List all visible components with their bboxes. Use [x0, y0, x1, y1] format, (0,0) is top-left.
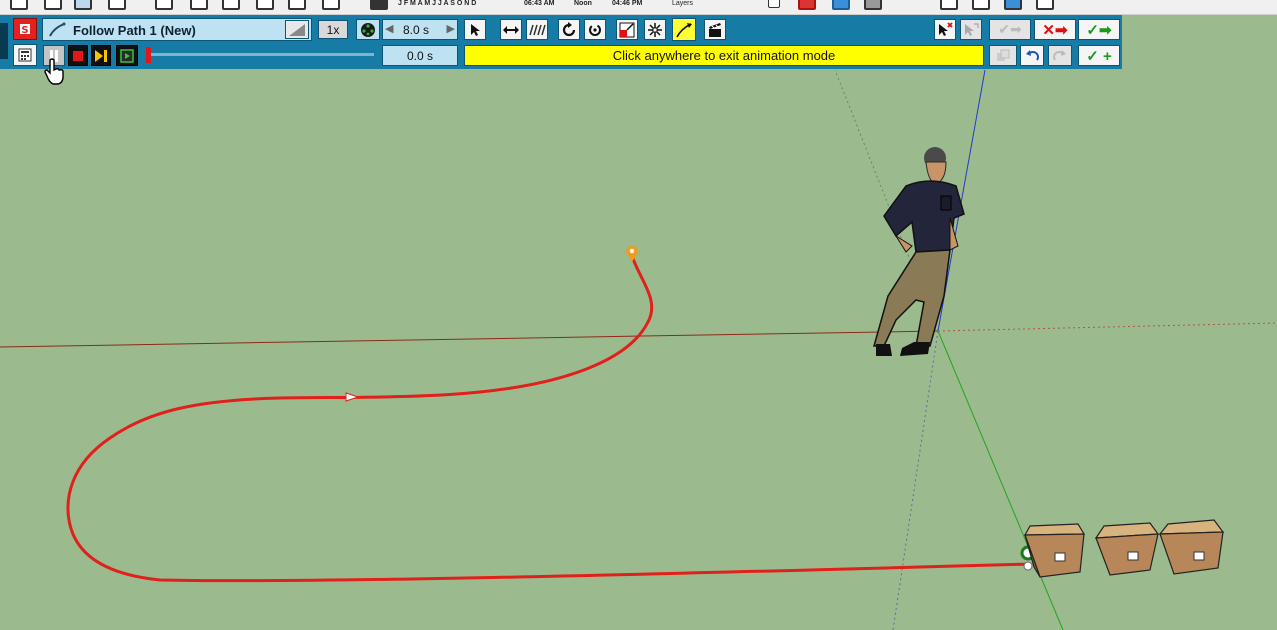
select-tool-icon[interactable]: [74, 0, 92, 10]
shadow-time-noon: Noon: [574, 0, 592, 7]
cancel-button[interactable]: ✕➡: [1034, 19, 1076, 40]
rotate-icon[interactable]: [558, 19, 580, 40]
wand-icon[interactable]: [1036, 0, 1054, 10]
blue-axis-dashed: [892, 330, 939, 630]
shadows-icon[interactable]: [370, 0, 388, 10]
eraser-icon[interactable]: [10, 0, 28, 10]
view-iso-icon[interactable]: [155, 0, 173, 10]
red-axis-dashed: [937, 322, 1277, 332]
move-horizontal-icon[interactable]: [500, 19, 522, 40]
extension-icon[interactable]: [864, 0, 882, 10]
status-message-bar[interactable]: Click anywhere to exit animation mode: [464, 45, 984, 66]
clapperboard-icon[interactable]: [704, 19, 726, 40]
view-top-icon[interactable]: [190, 0, 208, 10]
view-back-icon[interactable]: [288, 0, 306, 10]
edit-selection-icon[interactable]: [960, 19, 982, 40]
remove-animation-icon[interactable]: [934, 19, 956, 40]
current-time-value: 0.0 s: [406, 48, 433, 63]
path-name: Follow Path 1 (New): [73, 23, 196, 38]
hand-cursor-icon: [44, 58, 64, 85]
record-video-button[interactable]: [116, 45, 138, 66]
spring-icon[interactable]: [526, 19, 548, 40]
person-figure[interactable]: [873, 147, 965, 356]
blue-axis: [937, 69, 986, 332]
layers-label[interactable]: Layers: [672, 0, 693, 7]
select-arrow-icon[interactable]: [464, 19, 486, 40]
shadow-months: J F M A M J J A S O N D: [398, 0, 477, 7]
decrease-duration-icon[interactable]: ◀: [385, 22, 393, 35]
view-front-icon[interactable]: [222, 0, 240, 10]
path-start-marker[interactable]: [626, 246, 638, 262]
layers-dropdown[interactable]: [768, 0, 780, 8]
path-end-marker[interactable]: [1020, 545, 1036, 571]
duration-value: 8.0 s: [403, 23, 430, 37]
shadow-time-start: 06:43 AM: [524, 0, 555, 7]
view-left-icon[interactable]: [322, 0, 340, 10]
stop-button[interactable]: [68, 45, 88, 66]
animation-toolbar: S Follow Path 1 (New) 1x ◀ 8.0 s ▶ ✔➡ ✕➡…: [0, 15, 1122, 69]
skip-end-icon: [95, 49, 107, 62]
explode-icon[interactable]: [644, 19, 666, 40]
cardboard-box-2[interactable]: [1094, 522, 1160, 576]
animation-path[interactable]: [66, 255, 1031, 583]
path-icon: [49, 22, 66, 37]
path-direction-arrow: [345, 392, 360, 402]
film-icon: [120, 48, 134, 63]
skip-to-end-button[interactable]: [91, 45, 111, 66]
speed-multiplier-button[interactable]: 1x: [318, 20, 348, 39]
cardboard-box-3[interactable]: [1158, 519, 1225, 575]
accept-button[interactable]: ✓➡: [1078, 19, 1120, 40]
style-builder-icon[interactable]: [972, 0, 990, 10]
undo-icon[interactable]: [1020, 45, 1044, 66]
spin-icon[interactable]: [584, 19, 606, 40]
red-axis: [0, 330, 939, 348]
green-axis-dashed: [834, 69, 939, 332]
path-color-swatch[interactable]: [285, 20, 309, 39]
disabled-check-icon: ✔➡: [998, 21, 1022, 37]
status-message-text: Click anywhere to exit animation mode: [612, 48, 836, 63]
speed-label: 1x: [326, 22, 340, 37]
current-time-field[interactable]: 0.0 s: [382, 45, 458, 66]
timeline-handle[interactable]: [146, 47, 151, 63]
warehouse-icon[interactable]: [832, 0, 850, 10]
follow-path-icon[interactable]: [672, 18, 696, 41]
cardboard-box-1[interactable]: [1023, 523, 1086, 578]
accept-icon: ✓➡: [1086, 21, 1112, 39]
plugin-logo-icon[interactable]: S: [13, 18, 37, 40]
monitor-icon[interactable]: [1004, 0, 1022, 10]
redo-icon[interactable]: [1048, 45, 1072, 66]
layout-icon[interactable]: [940, 0, 958, 10]
ruby-icon[interactable]: [798, 0, 816, 10]
duration-spinner[interactable]: ◀ 8.0 s ▶: [382, 19, 458, 40]
increase-duration-icon[interactable]: ▶: [447, 22, 455, 35]
calculator-icon[interactable]: [13, 44, 37, 66]
scale-icon[interactable]: [616, 19, 638, 40]
pencil-icon[interactable]: [108, 0, 126, 10]
timeline-track[interactable]: [146, 53, 374, 56]
toolbar-grip[interactable]: [0, 23, 8, 59]
path-name-field[interactable]: Follow Path 1 (New): [42, 18, 312, 41]
svg-text:S: S: [21, 25, 28, 36]
shadow-time-end: 04:46 PM: [612, 0, 643, 7]
film-reel-icon[interactable]: [356, 19, 380, 40]
top-toolbar-strip: J F M A M J J A S O N D 06:43 AM Noon 04…: [0, 0, 1277, 15]
model-viewport[interactable]: [0, 0, 1277, 630]
accept-add-icon: ✓ +: [1086, 47, 1112, 65]
copy-disabled-icon[interactable]: [989, 45, 1017, 66]
confirm-disabled-button[interactable]: ✔➡: [989, 19, 1031, 40]
view-right-icon[interactable]: [256, 0, 274, 10]
accept-add-button[interactable]: ✓ +: [1078, 45, 1120, 66]
green-axis: [937, 330, 1064, 630]
stop-icon: [73, 50, 83, 61]
paint-bucket-icon[interactable]: [44, 0, 62, 10]
cancel-icon: ✕➡: [1042, 21, 1068, 39]
